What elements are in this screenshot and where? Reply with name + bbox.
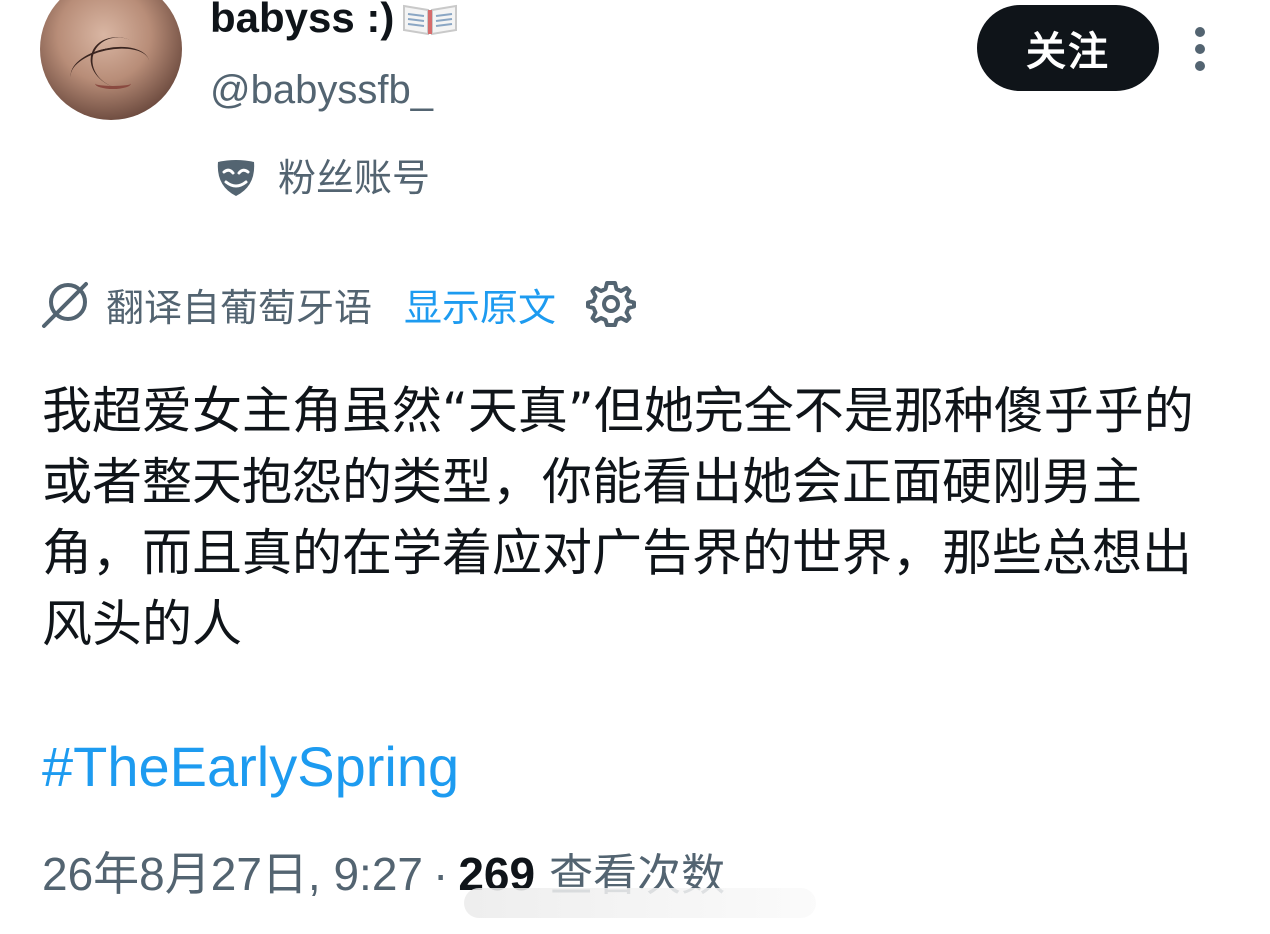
translation-bar: 翻译自葡萄牙语 显示原文 — [40, 276, 637, 332]
vertical-ellipsis-icon[interactable] — [1188, 26, 1212, 72]
display-name[interactable]: babyss :) — [210, 0, 458, 42]
hashtag-link[interactable]: #TheEarlySpring — [42, 734, 459, 800]
translation-source-label: 翻译自葡萄牙语 — [106, 285, 373, 330]
avatar[interactable] — [40, 0, 182, 120]
account-badge-label: 粉丝账号 — [278, 156, 431, 200]
meta-separator: · — [433, 848, 449, 900]
post-text: 我超爱女主角虽然“天真”但她完全不是那种傻乎乎的或者整天抱怨的类型，你能看出她会… — [42, 382, 1194, 653]
gear-icon[interactable] — [586, 279, 637, 329]
tweet-detail: babyss :) @babyssfb_ 粉丝账号 关注 翻译自葡萄牙语 显示原… — [0, 0, 1270, 934]
show-original-link[interactable]: 显示原文 — [404, 277, 556, 332]
follow-button[interactable]: 关注 — [977, 5, 1159, 91]
user-handle[interactable]: @babyssfb_ — [210, 66, 433, 114]
account-badge[interactable]: 粉丝账号 — [214, 152, 430, 204]
watermark-overlay — [464, 888, 816, 918]
translate-icon — [40, 278, 92, 330]
open-book-icon — [402, 0, 458, 36]
post-timestamp[interactable]: 26年8月27日, 9:27 — [42, 846, 423, 902]
display-name-text: babyss :) — [210, 0, 395, 41]
mask-icon — [214, 156, 258, 200]
